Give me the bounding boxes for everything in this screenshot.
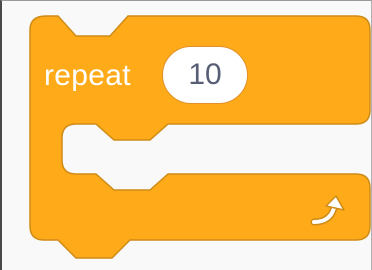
repeat-count-input[interactable]: 10 (162, 46, 248, 104)
scripts-workspace[interactable]: repeat 10 (0, 0, 372, 270)
loop-arrow-icon (310, 195, 345, 226)
repeat-label: repeat (44, 59, 131, 92)
